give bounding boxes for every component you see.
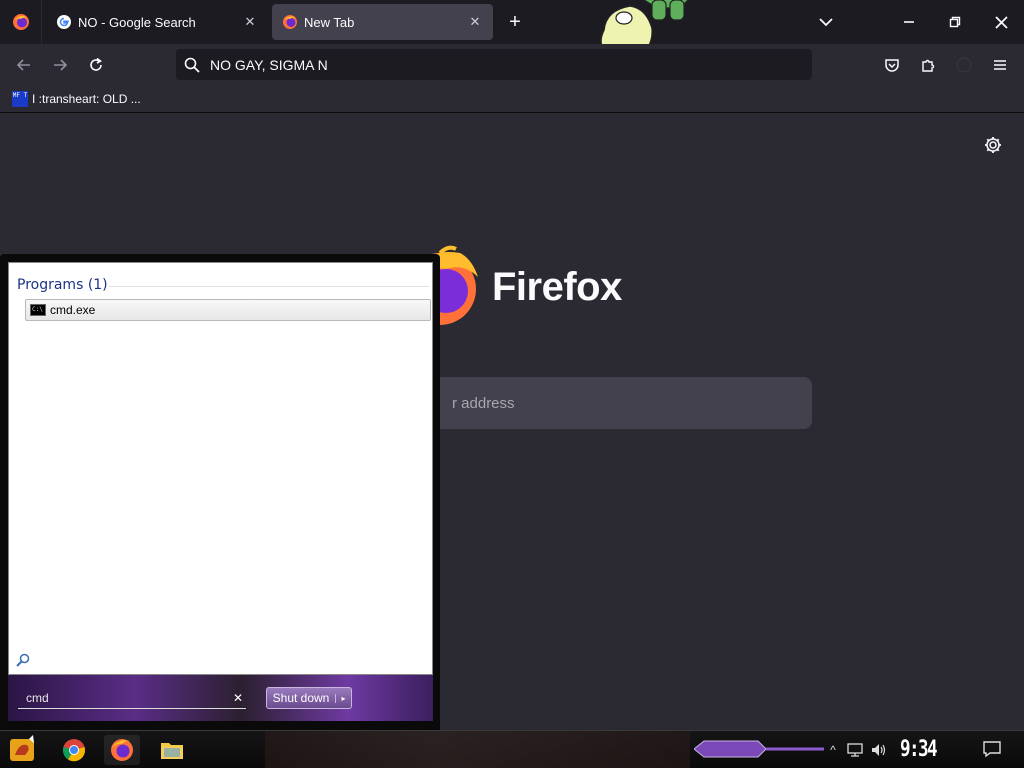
start-menu-results-panel: Programs (1) C:\ cmd.exe: [8, 262, 433, 675]
extensions-button[interactable]: [915, 52, 941, 78]
bookmarks-toolbar: MF T I :transheart: OLD ...: [0, 85, 1024, 113]
close-window-button[interactable]: [978, 0, 1024, 44]
search-result-label: cmd.exe: [50, 303, 96, 317]
firefox-view-button[interactable]: [0, 0, 42, 44]
personalize-button[interactable]: [983, 135, 1003, 155]
new-tab-button[interactable]: +: [503, 10, 527, 34]
pocket-button[interactable]: [879, 52, 905, 78]
firefox-icon: [283, 15, 297, 29]
navigation-toolbar: NO GAY, SIGMA N: [0, 44, 1024, 85]
forward-button[interactable]: [47, 52, 73, 78]
bookmark-favicon-icon: MF T: [12, 90, 28, 107]
tab-label: NO - Google Search: [78, 14, 196, 30]
hamburger-menu-icon: [994, 60, 1006, 70]
tab-google-search[interactable]: NO - Google Search ✕: [46, 4, 268, 40]
firefox-wordmark: Firefox: [492, 265, 622, 309]
search-result-cmd[interactable]: C:\ cmd.exe: [25, 299, 431, 321]
start-menu-footer: cmd ✕ Shut down ▸: [8, 675, 433, 721]
search-placeholder: r address: [452, 394, 515, 412]
google-g-icon: [57, 15, 71, 29]
shutdown-button[interactable]: Shut down ▸: [266, 687, 352, 709]
newtab-search-box[interactable]: r address: [400, 377, 812, 429]
taskbar-file-explorer-button[interactable]: [154, 735, 190, 765]
start-search-input[interactable]: cmd ✕: [18, 687, 246, 709]
back-button[interactable]: [11, 52, 37, 78]
volume-icon[interactable]: [870, 741, 888, 759]
tab-strip: NO - Google Search ✕ New Tab ✕ +: [0, 0, 1024, 60]
start-menu: Programs (1) C:\ cmd.exe cmd ✕ Shut down…: [0, 254, 440, 730]
taskbar-clock[interactable]: 9:34 AM: [900, 735, 951, 768]
minimize-button[interactable]: [886, 0, 932, 44]
chevron-down-icon: [819, 18, 833, 27]
start-button[interactable]: [4, 735, 40, 765]
app-menu-button[interactable]: [987, 52, 1013, 78]
heading-divider: [109, 286, 429, 287]
shutdown-options-arrow-icon[interactable]: ▸: [335, 693, 351, 703]
reload-button[interactable]: [83, 52, 109, 78]
taskbar-wallpaper-strip: [265, 731, 690, 768]
desktop-screen: NO - Google Search ✕ New Tab ✕ + NO GAY,…: [0, 0, 1024, 768]
firefox-icon: [12, 14, 29, 30]
tab-new-tab[interactable]: New Tab ✕: [272, 4, 493, 40]
gear-icon: [985, 137, 1001, 153]
search-icon: [184, 57, 200, 73]
taskbar: ^ 9:34 AM: [0, 730, 1024, 768]
reload-icon: [90, 57, 102, 71]
network-icon[interactable]: [846, 741, 864, 759]
folder-icon: [161, 743, 183, 759]
address-bar[interactable]: NO GAY, SIGMA N: [176, 49, 812, 80]
taskbar-firefox-button[interactable]: [104, 735, 140, 765]
see-more-results-icon[interactable]: [15, 652, 31, 668]
notification-icon: [983, 741, 1001, 758]
command-prompt-icon: C:\: [30, 304, 46, 316]
shutdown-label: Shut down: [272, 691, 330, 705]
arrow-left-icon: [16, 59, 30, 71]
programs-section-heading: Programs (1): [17, 277, 108, 293]
action-center-button[interactable]: [982, 739, 1002, 759]
tab-close-icon[interactable]: ✕: [467, 14, 483, 30]
taskbar-decoration-icon: [694, 740, 824, 758]
chrome-icon: [62, 739, 86, 762]
taskbar-chrome-button[interactable]: [56, 735, 92, 765]
account-icon: [956, 57, 972, 73]
arrow-right-icon: [54, 59, 68, 71]
tab-label: New Tab: [304, 14, 355, 30]
account-button[interactable]: [951, 52, 977, 78]
tab-close-icon[interactable]: ✕: [242, 14, 258, 30]
minimize-icon: [904, 21, 914, 23]
show-hidden-icons-button[interactable]: ^: [824, 741, 842, 759]
bookmark-label: I :transheart: OLD ...: [32, 91, 141, 106]
address-bar-text: NO GAY, SIGMA N: [210, 56, 328, 73]
bookmark-item[interactable]: MF T I :transheart: OLD ...: [12, 90, 141, 107]
puzzle-piece-icon: [922, 59, 935, 72]
close-icon: [994, 15, 1008, 29]
start-search-value: cmd: [26, 690, 49, 705]
pocket-icon: [885, 59, 899, 72]
start-orb-icon: [10, 735, 34, 761]
restore-icon: [949, 16, 961, 28]
list-all-tabs-button[interactable]: [814, 12, 838, 32]
firefox-icon: [111, 739, 133, 761]
restore-button[interactable]: [932, 0, 978, 44]
clear-search-icon[interactable]: ✕: [230, 691, 246, 705]
